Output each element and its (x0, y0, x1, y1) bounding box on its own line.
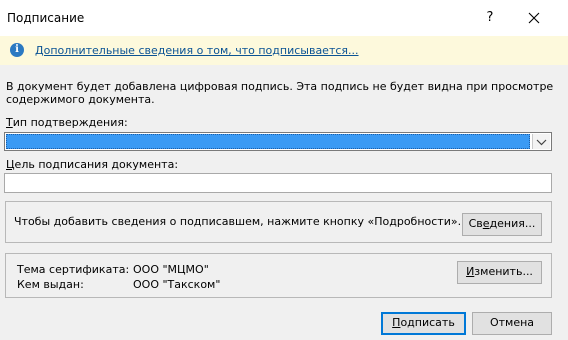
more-info-link[interactable]: Дополнительные сведения о том, что подпи… (35, 44, 359, 57)
signature-description: В документ будет добавлена цифровая подп… (6, 80, 554, 106)
chevron-down-icon (536, 139, 547, 146)
sign-button[interactable]: Подписать (381, 312, 466, 335)
certificate-issuer-label: Кем выдан: (17, 278, 84, 291)
window-title: Подписание (7, 11, 85, 25)
signer-details-group: Чтобы добавить сведения о подписавшем, н… (5, 201, 552, 243)
commitment-type-dropdown[interactable] (4, 132, 552, 151)
cancel-button[interactable]: Отмена (472, 312, 552, 335)
certificate-subject-value: ООО "МЦМО" (133, 263, 209, 276)
signer-details-text: Чтобы добавить сведения о подписавшем, н… (14, 215, 462, 228)
certificate-subject-label: Тема сертификата: (17, 263, 130, 276)
title-bar: Подписание ? (0, 0, 568, 36)
change-button[interactable]: Изменить... (457, 261, 542, 284)
close-button[interactable] (522, 6, 546, 30)
help-button[interactable]: ? (480, 6, 500, 30)
close-icon (528, 12, 540, 24)
signing-dialog: Подписание ? i Дополнительные сведения о… (0, 0, 568, 340)
commitment-type-selection (6, 134, 530, 149)
purpose-input[interactable] (4, 173, 552, 193)
purpose-label: Цель подписания документа: (6, 158, 179, 171)
certificate-issuer-value: ООО "Такском" (133, 278, 221, 291)
info-bar: i Дополнительные сведения о том, что под… (0, 36, 568, 65)
dropdown-arrow[interactable] (532, 134, 550, 149)
info-icon: i (10, 43, 24, 57)
certificate-group: Тема сертификата: ООО "МЦМО" Кем выдан: … (5, 253, 552, 298)
commitment-type-label: Тип подтверждения: (6, 116, 128, 129)
details-button[interactable]: Сведения... (462, 213, 542, 236)
